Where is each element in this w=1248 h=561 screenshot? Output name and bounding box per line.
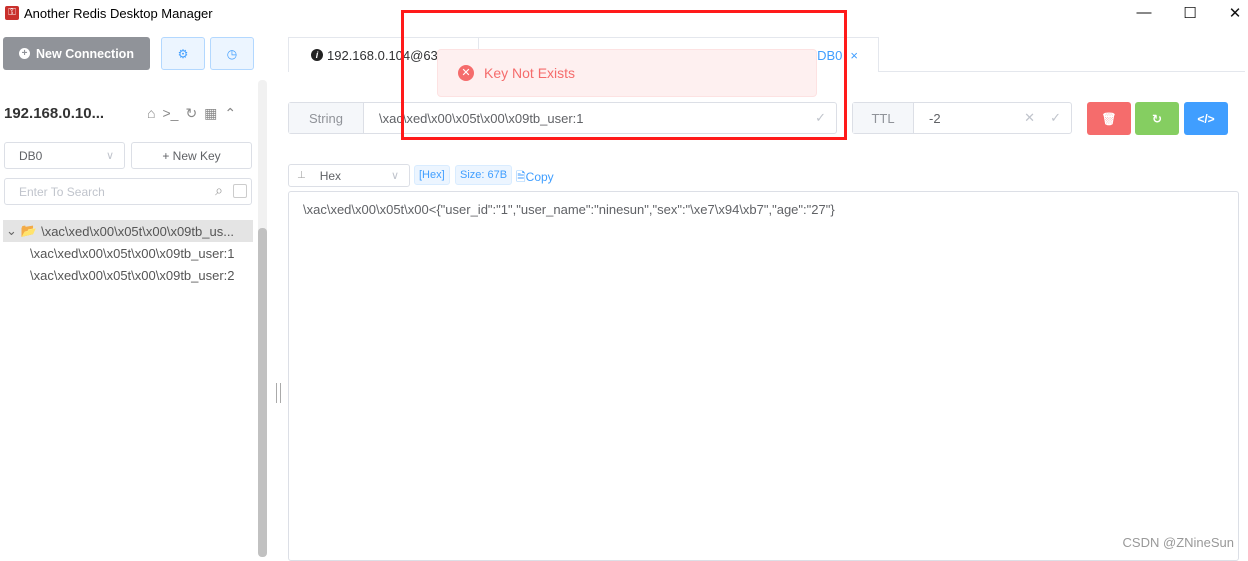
chevron-down-icon: ⌄ bbox=[6, 223, 17, 238]
plus-circle-icon: + bbox=[19, 48, 31, 59]
copy-label: Copy bbox=[525, 170, 554, 184]
search-input[interactable]: Enter To Search ⌕ bbox=[4, 178, 252, 205]
exact-search-checkbox[interactable] bbox=[233, 184, 247, 198]
copy-button[interactable]: 🗎Copy bbox=[516, 168, 554, 189]
info-icon: i bbox=[311, 49, 323, 61]
close-window-button[interactable]: ✕ bbox=[1225, 4, 1245, 22]
code-icon: </> bbox=[1197, 111, 1215, 126]
sitemap-icon: ⊥ bbox=[297, 170, 306, 181]
ttl-label: TTL bbox=[853, 103, 914, 133]
title-bar: ⚿ Another Redis Desktop Manager — ☐ ✕ bbox=[0, 0, 1248, 30]
delete-key-button[interactable]: 🗑 bbox=[1087, 102, 1131, 135]
key-name-input[interactable]: \xac\xed\x00\x05t\x00\x09tb_user:1 ✓ bbox=[364, 103, 836, 133]
watermark: CSDN @ZNineSun bbox=[1122, 535, 1234, 550]
tree-key-item[interactable]: \xac\xed\x00\x05t\x00\x09tb_user:2 bbox=[30, 268, 235, 283]
tree-folder[interactable]: ⌄ 📂 \xac\xed\x00\x05t\x00\x09tb_us... bbox=[3, 220, 253, 242]
maximize-button[interactable]: ☐ bbox=[1180, 4, 1200, 22]
refresh-key-button[interactable]: ↻ bbox=[1135, 102, 1179, 135]
folder-open-icon: 📂 bbox=[20, 223, 38, 238]
format-select[interactable]: ⊥ Hex ∨ bbox=[288, 164, 410, 187]
error-toast: ✕ Key Not Exists bbox=[437, 49, 817, 97]
new-connection-button[interactable]: + New Connection bbox=[3, 37, 150, 70]
trash-icon: 🗑 bbox=[1101, 111, 1117, 126]
chevron-up-icon[interactable]: ⌃ bbox=[224, 105, 236, 122]
format-value: Hex bbox=[319, 168, 342, 183]
settings-button[interactable]: ⚙ bbox=[161, 37, 205, 70]
new-key-button[interactable]: + New Key bbox=[131, 142, 252, 169]
db-select-value: DB0 bbox=[19, 148, 43, 163]
minimize-button[interactable]: — bbox=[1134, 4, 1154, 21]
size-tag: Size: 67B bbox=[455, 165, 513, 185]
panel-splitter[interactable] bbox=[276, 383, 281, 403]
check-icon[interactable]: ✓ bbox=[1050, 110, 1061, 126]
ttl-group: TTL -2 ✕ ✓ bbox=[852, 102, 1072, 134]
home-icon[interactable]: ⌂ bbox=[147, 105, 155, 122]
error-circle-icon: ✕ bbox=[458, 65, 474, 81]
check-icon[interactable]: ✓ bbox=[815, 110, 826, 126]
grid-icon[interactable]: ▦ bbox=[204, 105, 217, 122]
document-icon: 🗎 bbox=[516, 170, 526, 184]
clock-icon: ◷ bbox=[226, 46, 238, 61]
tree-key-item[interactable]: \xac\xed\x00\x05t\x00\x09tb_user:1 bbox=[30, 246, 235, 261]
connection-toolbar: ⌂ >_ ↻ ▦ ⌃ bbox=[147, 105, 236, 122]
connection-name[interactable]: 192.168.0.10... bbox=[4, 105, 104, 122]
db-select[interactable]: DB0 ∨ bbox=[4, 142, 125, 169]
toast-message: Key Not Exists bbox=[484, 65, 576, 81]
sidebar-scrollbar-thumb[interactable] bbox=[258, 228, 267, 557]
window-title: Another Redis Desktop Manager bbox=[24, 6, 213, 21]
folder-label: \xac\xed\x00\x05t\x00\x09tb_us... bbox=[41, 223, 235, 239]
ttl-value: -2 bbox=[929, 110, 941, 126]
refresh-icon[interactable]: ↻ bbox=[185, 105, 197, 122]
key-name-value: \xac\xed\x00\x05t\x00\x09tb_user:1 bbox=[379, 110, 584, 126]
terminal-icon[interactable]: >_ bbox=[162, 105, 178, 122]
key-type-label: String bbox=[289, 103, 364, 133]
chevron-down-icon: ∨ bbox=[105, 150, 114, 162]
clear-icon[interactable]: ✕ bbox=[1024, 110, 1035, 126]
value-textarea[interactable]: \xac\xed\x00\x05t\x00<{"user_id":"1","us… bbox=[288, 191, 1239, 561]
new-connection-label: New Connection bbox=[36, 46, 134, 61]
tab-label: 192.168.0.104@63 bbox=[327, 47, 438, 63]
format-tag: [Hex] bbox=[414, 165, 450, 185]
tab-close-icon[interactable]: × bbox=[850, 48, 858, 63]
ttl-input[interactable]: -2 ✕ ✓ bbox=[914, 103, 1071, 133]
chevron-down-icon: ∨ bbox=[390, 170, 399, 182]
history-button[interactable]: ◷ bbox=[210, 37, 254, 70]
dump-command-button[interactable]: </> bbox=[1184, 102, 1228, 135]
gear-icon: ⚙ bbox=[177, 46, 189, 61]
tab-label: DB0 bbox=[817, 47, 843, 63]
key-name-group: String \xac\xed\x00\x05t\x00\x09tb_user:… bbox=[288, 102, 837, 134]
search-icon[interactable]: ⌕ bbox=[215, 182, 223, 199]
search-placeholder: Enter To Search bbox=[19, 184, 105, 199]
refresh-icon: ↻ bbox=[1151, 111, 1163, 126]
app-logo-icon: ⚿ bbox=[5, 6, 19, 20]
